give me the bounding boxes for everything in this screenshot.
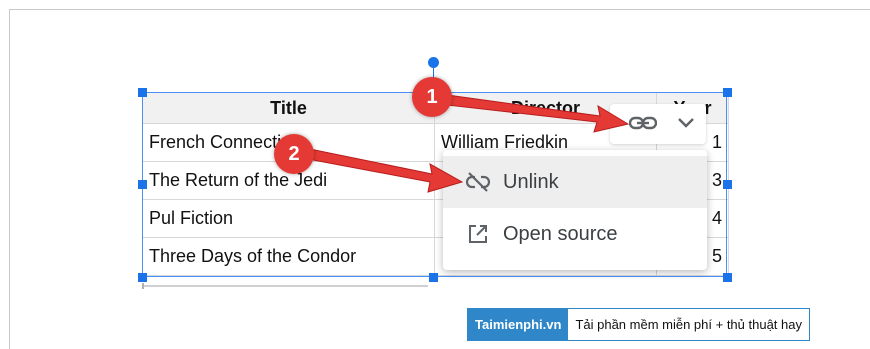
column-header-title[interactable]: Title [142,92,435,124]
chevron-down-icon[interactable] [676,114,696,137]
cell-title[interactable]: Pul Fiction [142,199,435,238]
open-in-new-icon [465,221,491,247]
watermark-brand: Taimienphi.vn [468,309,569,340]
table-underline [142,285,428,287]
canvas-border-left [9,9,10,349]
rotation-handle[interactable] [428,57,439,68]
resize-handle-bottom-left[interactable] [138,273,147,282]
watermark-banner: Taimienphi.vn Tải phần mềm miễn phí + th… [467,308,810,341]
canvas-border-top [9,9,870,10]
resize-handle-top-left[interactable] [138,88,147,97]
link-options-menu: Unlink Open source [443,150,707,270]
watermark-tagline: Tải phần mềm miễn phí + thủ thuật hay [568,309,809,340]
link-icon[interactable] [628,113,658,138]
link-chip [610,104,706,144]
resize-handle-bottom-right[interactable] [723,273,732,282]
resize-handle-bottom[interactable] [429,273,438,282]
menu-item-label: Open source [503,222,618,245]
unlink-icon [465,169,491,195]
menu-item-open-source[interactable]: Open source [443,208,707,260]
cell-title[interactable]: Three Days of the Condor [142,237,435,276]
step-badge-2: 2 [274,134,314,174]
resize-handle-top-right[interactable] [723,88,732,97]
table-underline-mark [142,283,144,289]
resize-handle-left[interactable] [138,180,147,189]
menu-item-label: Unlink [503,170,559,193]
menu-item-unlink[interactable]: Unlink [443,156,707,208]
step-badge-1: 1 [412,77,452,117]
resize-handle-right[interactable] [723,180,732,189]
